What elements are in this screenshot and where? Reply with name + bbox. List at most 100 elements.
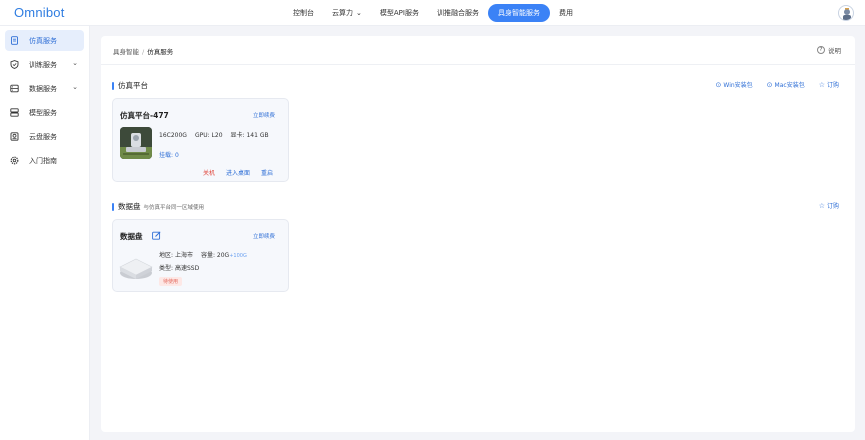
- breadcrumb-current: 仿真服务: [147, 48, 174, 56]
- sidebar: 仿真服务 训练服务 ⌄ 数据服务 ⌄ 模型服务 云盘服务 入门指南: [0, 26, 90, 440]
- order-button[interactable]: ☆ 订购: [818, 80, 839, 90]
- help-label: 说明: [828, 47, 841, 55]
- nav-label: 费用: [558, 9, 573, 17]
- logo[interactable]: Omnibot: [14, 5, 65, 20]
- breadcrumb-separator: /: [142, 48, 145, 56]
- breadcrumb: 具身智能 / 仿真服务: [113, 46, 173, 56]
- capacity-extra: +100G: [229, 253, 247, 259]
- gpu-label: GPU:: [194, 132, 210, 139]
- nav-label: 训推融合服务: [436, 9, 479, 17]
- region-label: 地区:: [159, 252, 174, 259]
- disk-region-capacity: 地区: 上海市 容量: 20G+100G: [159, 250, 247, 259]
- section-subtitle: 与仿真平台同一区域使用: [143, 204, 205, 211]
- capacity-label: 容量:: [200, 252, 215, 259]
- section-title-text: 仿真平台: [118, 81, 148, 90]
- vram-value: 141 GB: [246, 132, 269, 139]
- chevron-down-icon: ⌄: [72, 59, 78, 67]
- sidebar-item-training[interactable]: 训练服务 ⌄: [5, 54, 84, 75]
- instance-thumbnail: [120, 127, 152, 159]
- sidebar-item-cloud-disk[interactable]: 云盘服务: [5, 126, 84, 147]
- type-label: 类型:: [159, 265, 174, 272]
- chevron-down-icon: ⌄: [356, 9, 362, 17]
- main-nav: 控制台 云算力 ⌄ 模型API服务 训推融合服务 具身智能服务 费用: [284, 4, 582, 22]
- action-label: 订购: [826, 82, 839, 89]
- nav-model-api[interactable]: 模型API服务: [371, 4, 428, 22]
- cpu-spec: 16C200G: [159, 132, 187, 139]
- capacity-value: 20G: [216, 252, 230, 259]
- star-icon: ☆: [818, 201, 825, 210]
- disk-title-text: 数据盘: [120, 232, 143, 241]
- vram-label: 显卡:: [230, 132, 245, 139]
- sidebar-item-data[interactable]: 数据服务 ⌄: [5, 78, 84, 99]
- download-icon: ⊙: [766, 80, 773, 89]
- section-accent-bar: [112, 202, 114, 211]
- data-disk-actions: ☆ 订购: [805, 201, 839, 211]
- instance-operations: 关机 进入桌面 重启: [192, 168, 273, 177]
- sidebar-item-label: 仿真服务: [29, 36, 57, 45]
- sidebar-item-label: 数据服务: [29, 84, 57, 93]
- document-icon: [10, 36, 19, 45]
- win-installer-button[interactable]: ⊙ Win安装包: [715, 80, 753, 90]
- disk-thumbnail: [119, 253, 153, 281]
- disk-type: 类型: 高速SSD: [159, 263, 199, 272]
- action-label: Mac安装包: [774, 82, 805, 89]
- region-value: 上海市: [174, 252, 193, 259]
- mount-label: 挂载:: [159, 152, 174, 159]
- sidebar-item-label: 模型服务: [29, 108, 57, 117]
- download-icon: ⊙: [715, 80, 722, 89]
- avatar[interactable]: [838, 5, 854, 21]
- chevron-down-icon: ⌄: [72, 83, 78, 91]
- nav-console[interactable]: 控制台: [284, 4, 323, 22]
- section-title-simulation: 仿真平台: [112, 80, 148, 91]
- breadcrumb-root[interactable]: 具身智能: [113, 48, 139, 56]
- sidebar-item-getting-started[interactable]: 入门指南: [5, 150, 84, 171]
- nav-train-infer[interactable]: 训推融合服务: [428, 4, 488, 22]
- main-panel: 具身智能 / 仿真服务 ? 说明 仿真平台 ⊙ Win安装包 ⊙ Mac安装包 ☆ 订购 …: [101, 36, 855, 432]
- instance-specs: 16C200G GPU: L20 显卡: 141 GB: [159, 130, 269, 139]
- status-badge: 待使用: [159, 277, 183, 286]
- divider: [101, 64, 855, 65]
- gear-icon: [10, 156, 19, 165]
- data-disk-card: 数据盘 立即续费 地区: 上海市 容量: 20G+100G 类型: 高速SSD 待…: [112, 219, 289, 292]
- top-bar: Omnibot 控制台 云算力 ⌄ 模型API服务 训推融合服务 具身智能服务 费…: [0, 0, 865, 26]
- server-icon: [10, 108, 19, 117]
- instance-title: 仿真平台-477: [120, 111, 169, 120]
- edit-icon[interactable]: [152, 231, 161, 242]
- nav-label: 控制台: [293, 9, 314, 17]
- question-icon: ?: [817, 46, 825, 54]
- nav-label: 具身智能服务: [497, 9, 540, 17]
- gpu-value: L20: [211, 132, 223, 139]
- sidebar-item-simulation[interactable]: 仿真服务: [5, 30, 84, 51]
- database-icon: [10, 84, 19, 93]
- action-label: 订购: [826, 203, 839, 210]
- order-disk-button[interactable]: ☆ 订购: [818, 201, 839, 211]
- renew-button[interactable]: 立即续费: [253, 111, 275, 119]
- simulation-actions: ⊙ Win安装包 ⊙ Mac安装包 ☆ 订购: [702, 80, 839, 90]
- section-title-text: 数据盘: [118, 202, 141, 211]
- help-button[interactable]: ? 说明: [817, 45, 841, 55]
- sidebar-item-label: 云盘服务: [29, 132, 57, 141]
- sidebar-item-label: 入门指南: [29, 156, 57, 165]
- simulation-instance-card: 仿真平台-477 立即续费 16C200G GPU: L20 显卡: 141 GB …: [112, 98, 289, 182]
- nav-label: 模型API服务: [379, 9, 419, 17]
- restart-button[interactable]: 重启: [261, 168, 273, 177]
- nav-embodied-ai[interactable]: 具身智能服务: [487, 4, 550, 22]
- mount-link[interactable]: 挂载: 0: [159, 150, 179, 159]
- nav-billing[interactable]: 费用: [550, 4, 582, 22]
- type-value: 高速SSD: [174, 265, 200, 272]
- disk-title: 数据盘: [120, 231, 161, 242]
- renew-button[interactable]: 立即续费: [253, 232, 275, 240]
- nav-cloud-compute[interactable]: 云算力 ⌄: [323, 4, 371, 22]
- enter-desktop-button[interactable]: 进入桌面: [226, 168, 250, 177]
- shield-icon: [10, 60, 19, 69]
- mount-count: 0: [174, 152, 179, 159]
- nav-label: 云算力: [332, 9, 353, 17]
- shutdown-button[interactable]: 关机: [203, 168, 215, 177]
- mac-installer-button[interactable]: ⊙ Mac安装包: [766, 80, 805, 90]
- sidebar-item-model[interactable]: 模型服务: [5, 102, 84, 123]
- section-accent-bar: [112, 81, 114, 90]
- section-title-data-disk: 数据盘 与仿真平台同一区域使用: [112, 201, 204, 212]
- sidebar-item-label: 训练服务: [29, 60, 57, 69]
- star-icon: ☆: [818, 80, 825, 89]
- disk-icon: [10, 132, 19, 141]
